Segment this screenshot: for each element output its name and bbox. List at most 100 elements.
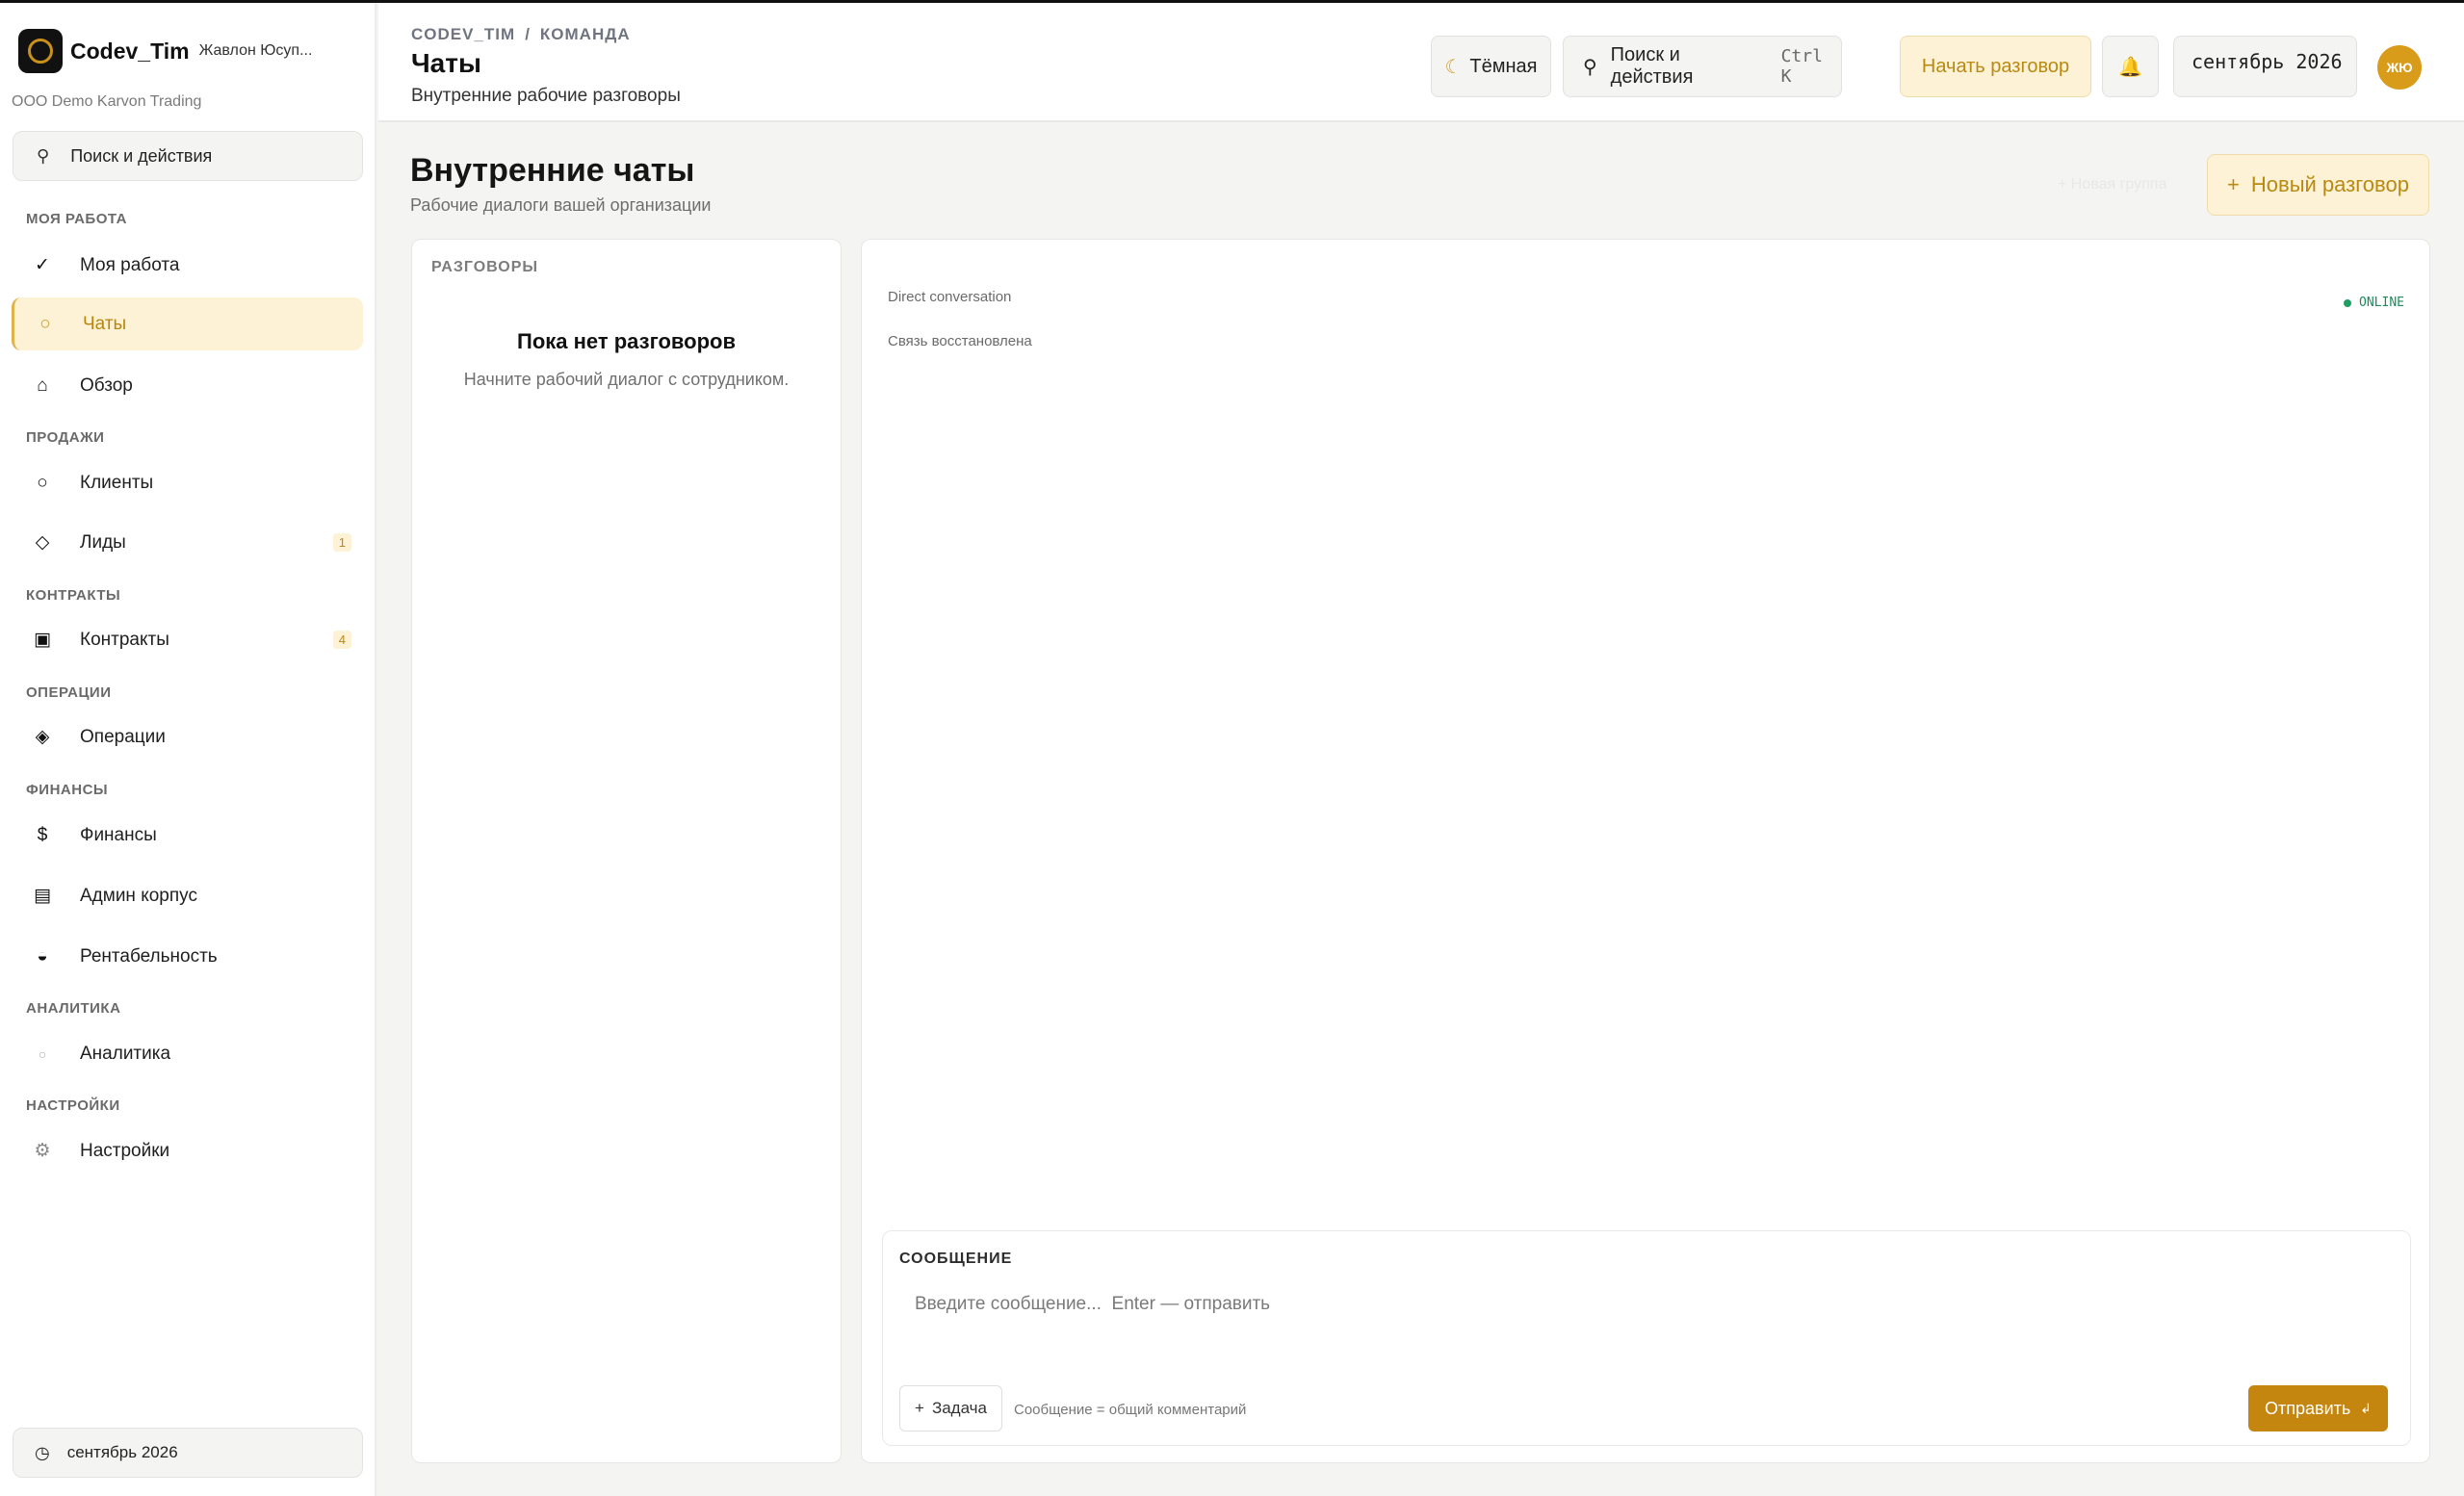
sidebar-item-label: Чаты [83, 313, 127, 334]
sidebar-item-settings[interactable]: ⚙ Настройки [12, 1124, 363, 1177]
gear-icon: ⚙ [34, 1141, 51, 1161]
nav-section-work: МОЯ РАБОТА [26, 211, 127, 227]
leads-count-badge: 1 [332, 533, 351, 552]
sidebar-item-label: Рентабельность [80, 945, 218, 967]
theme-toggle-button[interactable]: ☾ Тёмная [1431, 36, 1551, 97]
sidebar-item-operations[interactable]: ◈ Операции [12, 710, 363, 763]
sidebar-item-label: Лиды [80, 531, 126, 553]
sidebar-item-contracts[interactable]: ▣ Контракты 4 [12, 613, 363, 666]
search-icon: ⚲ [1583, 56, 1597, 78]
bell-icon: 🔔 [2118, 56, 2142, 78]
dollar-icon: $ [37, 824, 48, 845]
message-composer: СООБЩЕНИЕ + Задача Сообщение = общий ком… [882, 1230, 2411, 1446]
current-user-name: Жавлон Юсуп... [198, 42, 313, 59]
circle-icon: ○ [39, 313, 51, 334]
sidebar-item-label: Моя работа [80, 254, 180, 275]
composer-hint: Сообщение = общий комментарий [1014, 1402, 1247, 1418]
sidebar-item-admin[interactable]: ▤ Админ корпус [12, 869, 363, 922]
new-conversation-label: Новый разговор [2250, 172, 2409, 196]
sidebar-item-label: Аналитика [80, 1043, 171, 1064]
plus-icon: + [2227, 172, 2240, 196]
empty-state-title: Пока нет разговоров [517, 329, 736, 353]
topbar: CODEV_TIM / КОМАНДА Чаты Внутренние рабочи… [378, 3, 2464, 122]
nav-section-operations: ОПЕРАЦИИ [26, 684, 112, 701]
sidebar-item-label: Настройки [80, 1140, 170, 1161]
plus-icon: + [915, 1399, 924, 1417]
avatar[interactable]: ЖЮ [2377, 45, 2422, 90]
breadcrumb: CODEV_TIM / КОМАНДА [411, 25, 631, 44]
organization-name: ООО Demo Karvon Trading [12, 93, 202, 110]
nav-section-settings: НАСТРОЙКИ [26, 1097, 120, 1114]
period-selector[interactable]: ◷ сентябрь 2026 [13, 1428, 363, 1478]
nav-section-analytics: АНАЛИТИКА [26, 1000, 121, 1017]
half-circle-icon: ◒ [37, 945, 48, 967]
notifications-button[interactable]: 🔔 [2102, 36, 2159, 97]
brand-name: Codev_Tim [70, 38, 190, 64]
checkmark-icon: ✓ [35, 255, 50, 275]
breadcrumb-root[interactable]: CODEV_TIM [411, 25, 515, 43]
theme-label: Тёмная [1469, 55, 1538, 77]
conversations-title: РАЗГОВОРЫ [431, 259, 539, 275]
send-button[interactable]: Отправить ↲ [2248, 1385, 2388, 1432]
sidebar-item-analytics[interactable]: ○ Аналитика [12, 1027, 363, 1080]
return-icon: ↲ [2360, 1400, 2372, 1416]
sidebar: Codev_Tim Жавлон Юсуп... ООО Demo Karvon… [0, 3, 376, 1496]
circle-icon: ○ [37, 472, 48, 493]
sidebar-search-button[interactable]: ⚲ Поиск и действия [13, 131, 363, 181]
chat-panel: Direct conversation Связь восстановлена … [861, 239, 2430, 1463]
sidebar-item-label: Операции [80, 726, 166, 747]
sidebar-item-label: Обзор [80, 374, 133, 396]
composer-title: СООБЩЕНИЕ [899, 1251, 1013, 1267]
new-conversation-button[interactable]: + Новый разговор [2207, 154, 2429, 216]
section-subtitle: Рабочие диалоги вашей организации [410, 195, 712, 215]
sidebar-search-label: Поиск и действия [70, 145, 213, 166]
brand[interactable]: Codev_Tim Жавлон Юсуп... [18, 29, 312, 73]
new-group-button[interactable]: + Новая группа [2058, 176, 2166, 193]
list-icon: ▤ [34, 886, 51, 906]
command-search-label: Поиск и действия [1610, 44, 1694, 88]
sidebar-item-label: Клиенты [80, 472, 154, 493]
contracts-count-badge: 4 [332, 631, 351, 649]
breadcrumb-separator: / [525, 25, 531, 43]
online-label: ONLINE [2359, 296, 2404, 310]
brand-logo [18, 29, 63, 73]
breadcrumb-current[interactable]: КОМАНДА [540, 25, 631, 43]
small-circle-icon: ○ [38, 1045, 47, 1062]
message-input[interactable] [899, 1284, 2392, 1371]
page-subtitle: Внутренние рабочие разговоры [411, 86, 681, 106]
sidebar-item-label: Контракты [80, 629, 169, 650]
diamond-icon: ◇ [35, 532, 50, 553]
conversation-type: Direct conversation [888, 289, 1012, 305]
moon-icon: ☾ [1444, 56, 1463, 78]
nav-section-finance: ФИНАНСЫ [26, 782, 109, 798]
sidebar-item-chats[interactable]: ○ Чаты [12, 297, 363, 350]
online-indicator: ONLINE [2344, 296, 2404, 310]
sidebar-item-leads[interactable]: ◇ Лиды 1 [12, 516, 363, 569]
add-task-label: Задача [931, 1399, 987, 1417]
online-dot-icon [2344, 298, 2352, 307]
send-label: Отправить [2265, 1398, 2351, 1418]
command-search-button[interactable]: ⚲ Поиск и действия Ctrl K [1563, 36, 1842, 97]
sidebar-item-my-work[interactable]: ✓ Моя работа [12, 239, 363, 292]
connection-status: Связь восстановлена [888, 333, 1032, 349]
keyboard-shortcut: Ctrl K [1780, 46, 1823, 87]
period-label: сентябрь 2026 [66, 1443, 178, 1461]
diamond-dot-icon: ◈ [35, 727, 50, 747]
empty-state-subtitle: Начните рабочий диалог с сотрудником. [463, 370, 790, 389]
search-icon: ⚲ [37, 145, 50, 166]
sidebar-item-profitability[interactable]: ◒ Рентабельность [12, 930, 363, 983]
sidebar-item-label: Админ корпус [80, 885, 197, 906]
sidebar-item-clients[interactable]: ○ Клиенты [12, 456, 363, 509]
sidebar-item-finance[interactable]: $ Финансы [12, 809, 363, 862]
clock-icon: ◷ [35, 1442, 50, 1462]
conversations-panel: РАЗГОВОРЫ Пока нет разговоров Начните ра… [411, 239, 842, 1463]
period-picker-button[interactable]: сентябрь 2026 [2173, 36, 2357, 97]
home-icon: ⌂ [37, 374, 48, 396]
sidebar-item-label: Финансы [80, 824, 157, 845]
start-conversation-button[interactable]: Начать разговор [1900, 36, 2091, 97]
sidebar-item-overview[interactable]: ⌂ Обзор [12, 359, 363, 412]
square-icon: ▣ [34, 630, 51, 650]
page-title: Чаты [411, 48, 481, 78]
nav-section-sales: ПРОДАЖИ [26, 429, 105, 446]
add-task-button[interactable]: + Задача [899, 1385, 1002, 1432]
